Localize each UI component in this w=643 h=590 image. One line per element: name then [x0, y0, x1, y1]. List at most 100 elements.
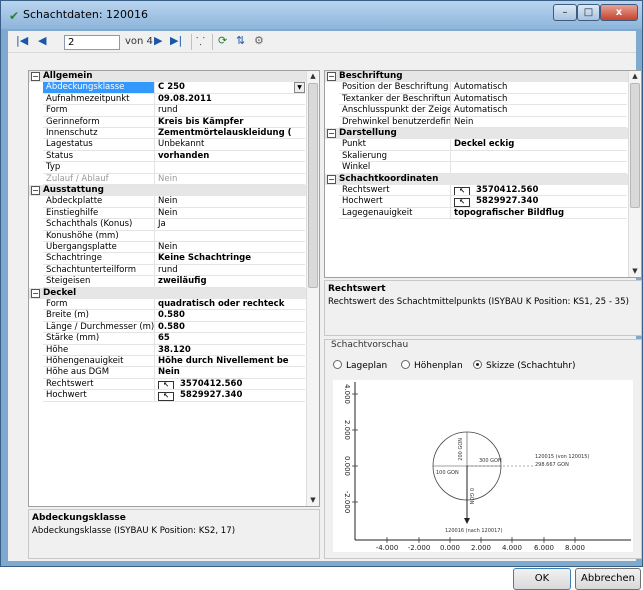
property-value[interactable]: Automatisch: [451, 82, 627, 94]
property-row[interactable]: Höhe aus DGM Nein: [29, 367, 319, 379]
property-value[interactable]: [155, 231, 305, 242]
property-value[interactable]: Nein: [155, 174, 305, 185]
property-value[interactable]: C 250 ▼: [155, 82, 305, 94]
vertical-scrollbar[interactable]: ▲ ▼: [306, 71, 319, 506]
radio-skizze[interactable]: Skizze (Schachtuhr): [473, 360, 575, 371]
category-header[interactable]: − Beschriftung: [325, 71, 641, 83]
property-row[interactable]: Konushöhe (mm): [29, 230, 319, 242]
property-row[interactable]: Skalierung: [325, 150, 641, 163]
property-value[interactable]: ↖ 3570412.560: [451, 185, 627, 197]
property-row[interactable]: Abdeckplatte Nein: [29, 196, 319, 208]
scroll-down-icon[interactable]: ▼: [307, 495, 319, 506]
property-value[interactable]: vorhanden: [155, 151, 305, 163]
property-row[interactable]: Länge / Durchmesser (m) 0.580: [29, 321, 319, 334]
property-row[interactable]: Höhe 38.120: [29, 344, 319, 356]
category-header[interactable]: − Deckel: [29, 287, 319, 299]
property-row[interactable]: Position der Beschriftung Automatisch: [325, 82, 641, 94]
property-value[interactable]: rund: [155, 105, 305, 117]
property-value[interactable]: quadratisch oder rechteck: [155, 299, 305, 311]
collapse-icon[interactable]: −: [31, 72, 40, 81]
left-property-grid[interactable]: − Allgemein Abdeckungsklasse C 250 ▼ Aufnahme…: [28, 70, 320, 507]
settings-icon[interactable]: ⚙: [254, 34, 264, 47]
property-value[interactable]: Deckel eckig: [451, 139, 627, 151]
property-value[interactable]: ↖ 5829927.340: [155, 390, 305, 402]
collapse-icon[interactable]: −: [327, 129, 336, 138]
property-value[interactable]: [451, 162, 627, 174]
property-value[interactable]: 0.580: [155, 310, 305, 322]
property-row[interactable]: Anschlusspunkt der ZeigelinieAutomatisch: [325, 105, 641, 117]
category-header[interactable]: − Schachtkoordinaten: [325, 173, 641, 185]
property-row[interactable]: Typ: [29, 162, 319, 174]
property-row[interactable]: Schachtringe Keine Schachtringe: [29, 253, 319, 265]
property-value[interactable]: ↖ 3570412.560: [155, 379, 305, 391]
property-row[interactable]: Form rund: [29, 105, 319, 117]
property-row[interactable]: Hochwert ↖ 5829927.340: [29, 390, 319, 402]
collapse-icon[interactable]: −: [327, 72, 336, 81]
category-header[interactable]: − Darstellung: [325, 128, 641, 140]
property-row[interactable]: Lagestatus Unbekannt: [29, 139, 319, 151]
property-row[interactable]: Rechtswert ↖ 3570412.560: [29, 378, 319, 391]
property-value[interactable]: 65: [155, 333, 305, 345]
next-record-icon[interactable]: ▶: [154, 34, 162, 47]
property-row[interactable]: Textanker der Beschriftung Automatisch: [325, 93, 641, 106]
property-value[interactable]: Nein: [155, 242, 305, 254]
property-row[interactable]: Punkt Deckel eckig: [325, 139, 641, 151]
property-value[interactable]: Zementmörtelauskleidung (: [155, 128, 305, 140]
scroll-thumb[interactable]: [630, 83, 640, 208]
close-button[interactable]: x: [600, 4, 638, 21]
property-row[interactable]: Höhengenauigkeit Höhe durch Nivellement b…: [29, 356, 319, 368]
radio-hoehenplan[interactable]: Höhenplan: [401, 360, 463, 371]
property-value[interactable]: ↖ 5829927.340: [451, 196, 627, 208]
prev-record-icon[interactable]: ◀: [38, 34, 46, 47]
property-value[interactable]: rund: [155, 265, 305, 277]
cancel-button[interactable]: Abbrechen: [575, 568, 641, 590]
right-property-grid[interactable]: − Beschriftung Position der Beschriftung Au…: [324, 70, 642, 278]
last-record-icon[interactable]: ▶|: [170, 34, 182, 47]
property-value[interactable]: Nein: [155, 196, 305, 208]
record-number-input[interactable]: 2: [64, 35, 120, 50]
property-row[interactable]: Gerinneform Kreis bis Kämpfer: [29, 116, 319, 128]
minimize-button[interactable]: –: [553, 4, 577, 21]
title-bar[interactable]: ✔ Schachtdaten: 120016 – □ x: [1, 1, 642, 29]
property-value[interactable]: Automatisch: [451, 94, 627, 106]
property-row[interactable]: Steigeisen zweiläufig: [29, 276, 319, 288]
sort-icon[interactable]: ⇅: [236, 34, 245, 47]
category-header[interactable]: − Allgemein: [29, 71, 319, 83]
property-value[interactable]: Keine Schachtringe: [155, 253, 305, 265]
property-value[interactable]: Kreis bis Kämpfer: [155, 117, 305, 128]
property-value[interactable]: 38.120: [155, 345, 305, 356]
property-value[interactable]: Nein: [155, 367, 305, 379]
property-value[interactable]: zweiläufig: [155, 276, 305, 288]
first-record-icon[interactable]: |◀: [16, 34, 28, 47]
scroll-down-icon[interactable]: ▼: [629, 266, 641, 277]
property-value[interactable]: Nein: [155, 208, 305, 220]
property-row[interactable]: Abdeckungsklasse C 250 ▼: [29, 82, 319, 94]
property-row[interactable]: Aufnahmezeitpunkt 09.08.2011: [29, 93, 319, 106]
property-value[interactable]: Unbekannt: [155, 139, 305, 151]
property-value[interactable]: [155, 162, 305, 174]
collapse-icon[interactable]: −: [31, 288, 40, 298]
scroll-up-icon[interactable]: ▲: [629, 71, 641, 82]
pick-coordinate-icon[interactable]: ↖: [158, 392, 174, 401]
property-value[interactable]: 09.08.2011: [155, 94, 305, 106]
property-row[interactable]: Schachthals (Konus) Ja: [29, 219, 319, 231]
ok-button[interactable]: OK: [513, 568, 571, 590]
property-value[interactable]: Höhe durch Nivellement be: [155, 356, 305, 368]
pick-coordinate-icon[interactable]: ↖: [454, 187, 470, 196]
property-value[interactable]: Ja: [155, 219, 305, 231]
category-header[interactable]: − Ausstattung: [29, 185, 319, 197]
scroll-thumb[interactable]: [308, 83, 318, 288]
vertical-scrollbar[interactable]: ▲ ▼: [628, 71, 641, 277]
property-row[interactable]: Zulauf / Ablauf Nein: [29, 173, 319, 185]
property-row[interactable]: Schachtunterteilform rund: [29, 264, 319, 277]
property-row[interactable]: Stärke (mm) 65: [29, 333, 319, 345]
collapse-icon[interactable]: −: [327, 174, 336, 184]
pick-coordinate-icon[interactable]: ↖: [454, 198, 470, 207]
property-row[interactable]: Hochwert ↖ 5829927.340: [325, 196, 641, 208]
property-row[interactable]: Rechtswert ↖ 3570412.560: [325, 185, 641, 197]
pick-coordinate-icon[interactable]: ↖: [158, 380, 174, 390]
property-row[interactable]: Einstieghilfe Nein: [29, 207, 319, 220]
property-value[interactable]: Automatisch: [451, 105, 627, 117]
property-row[interactable]: Innenschutz Zementmörtelauskleidung (: [29, 128, 319, 140]
scroll-up-icon[interactable]: ▲: [307, 71, 319, 82]
